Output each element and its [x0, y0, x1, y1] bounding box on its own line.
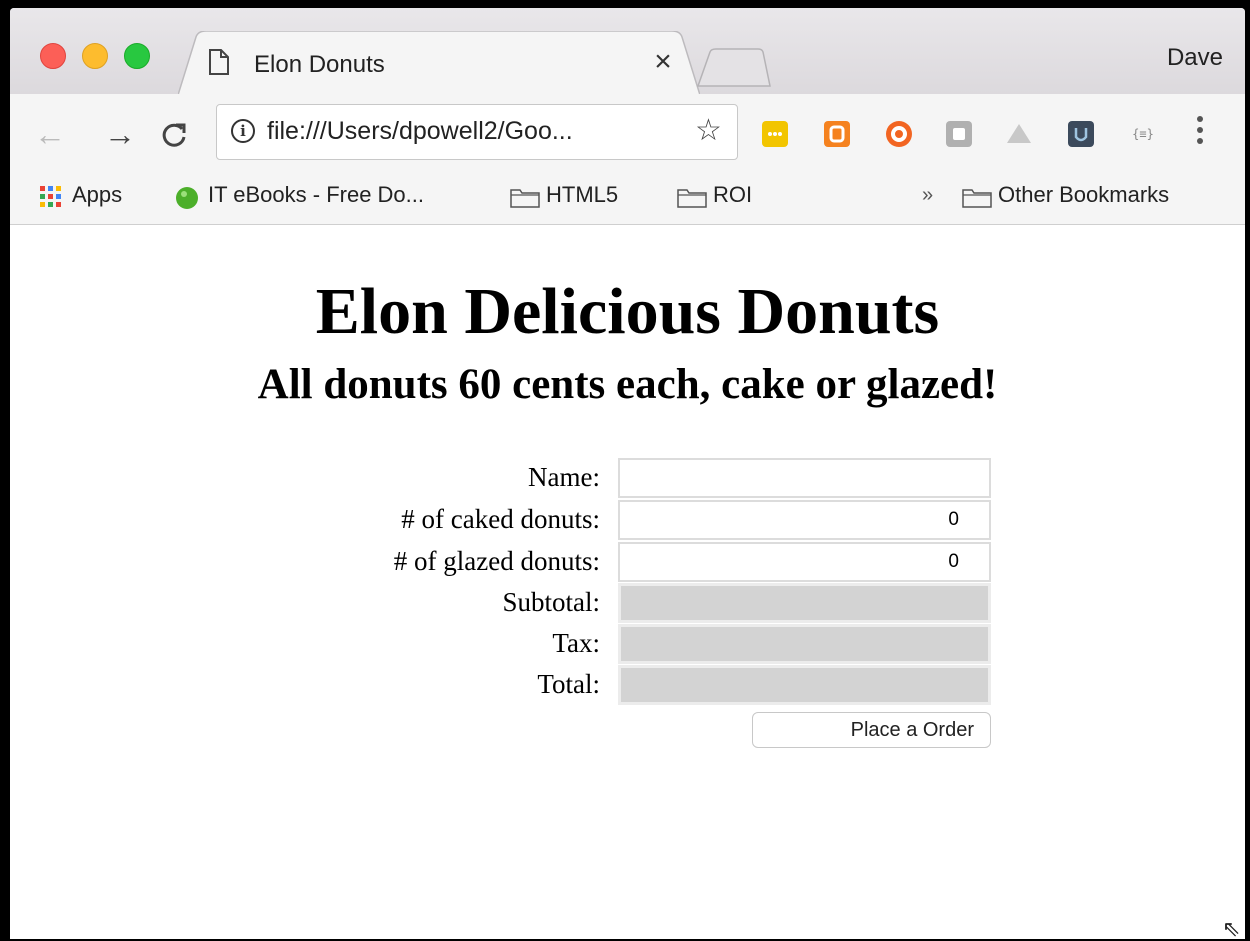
- back-arrow-icon[interactable]: ←: [34, 116, 66, 153]
- browser-menu-icon[interactable]: [1197, 116, 1205, 149]
- glazed-donuts-input[interactable]: [618, 542, 991, 582]
- bookmarks-overflow-icon[interactable]: »: [922, 184, 933, 207]
- udacity-extension-icon[interactable]: [1068, 121, 1094, 147]
- caked-donuts-input[interactable]: [618, 500, 991, 540]
- bookmark-other[interactable]: Other Bookmarks: [998, 182, 1169, 208]
- name-label: Name:: [528, 462, 600, 492]
- address-bar[interactable]: i file:///Users/dpowell2/Goo... ☆: [216, 104, 738, 160]
- total-label: Total:: [537, 669, 600, 699]
- profile-name[interactable]: Dave: [1167, 44, 1223, 72]
- document-icon: [209, 49, 229, 75]
- page-title: Elon Delicious Donuts: [315, 275, 940, 348]
- green-ball-icon: [176, 187, 198, 209]
- bookmark-apps[interactable]: Apps: [72, 182, 122, 208]
- tab-close-icon[interactable]: ×: [648, 45, 678, 79]
- tax-label: Tax:: [552, 628, 600, 658]
- blogger-extension-icon[interactable]: [824, 121, 850, 147]
- tab-title: Elon Donuts: [254, 51, 385, 78]
- drive-extension-icon[interactable]: [1006, 121, 1032, 147]
- caked-donuts-label: # of caked donuts:: [401, 504, 600, 534]
- browser-window: Elon Donuts × Dave ← → i file:///Users/d…: [10, 8, 1245, 939]
- bookmark-html5[interactable]: HTML5: [546, 182, 618, 208]
- folder-icon: [510, 189, 540, 208]
- folder-icon: [677, 189, 707, 208]
- subtotal-field: [618, 583, 991, 623]
- resize-handle-icon[interactable]: ⇖: [1222, 916, 1240, 939]
- forward-arrow-icon[interactable]: →: [104, 116, 136, 153]
- page-subtitle: All donuts 60 cents each, cake or glazed…: [257, 361, 998, 408]
- new-tab-button[interactable]: [696, 48, 772, 88]
- url-text[interactable]: file:///Users/dpowell2/Goo...: [267, 117, 573, 146]
- zoom-window-button[interactable]: [124, 43, 150, 69]
- name-input[interactable]: [618, 458, 991, 498]
- bookmark-it-ebooks[interactable]: IT eBooks - Free Do...: [208, 182, 424, 208]
- glazed-donuts-label: # of glazed donuts:: [393, 546, 600, 576]
- apps-grid-icon[interactable]: [40, 186, 62, 208]
- reload-icon[interactable]: [160, 121, 188, 149]
- place-order-button[interactable]: Place a Order: [752, 712, 991, 748]
- bookmark-roi[interactable]: ROI: [713, 182, 752, 208]
- bookmark-star-icon[interactable]: ☆: [695, 113, 722, 148]
- site-info-icon[interactable]: i: [231, 119, 255, 143]
- tax-field: [618, 624, 991, 664]
- close-window-button[interactable]: [40, 43, 66, 69]
- folder-icon: [962, 189, 992, 208]
- total-field: [618, 665, 991, 705]
- gray-extension-icon[interactable]: [946, 121, 972, 147]
- subtotal-label: Subtotal:: [502, 587, 600, 617]
- help-ring-extension-icon[interactable]: [886, 121, 912, 147]
- minimize-window-button[interactable]: [82, 43, 108, 69]
- json-formatter-extension-icon[interactable]: {≡}: [1130, 121, 1156, 147]
- lastpass-extension-icon[interactable]: [762, 121, 788, 147]
- tab-active[interactable]: Elon Donuts ×: [178, 31, 700, 95]
